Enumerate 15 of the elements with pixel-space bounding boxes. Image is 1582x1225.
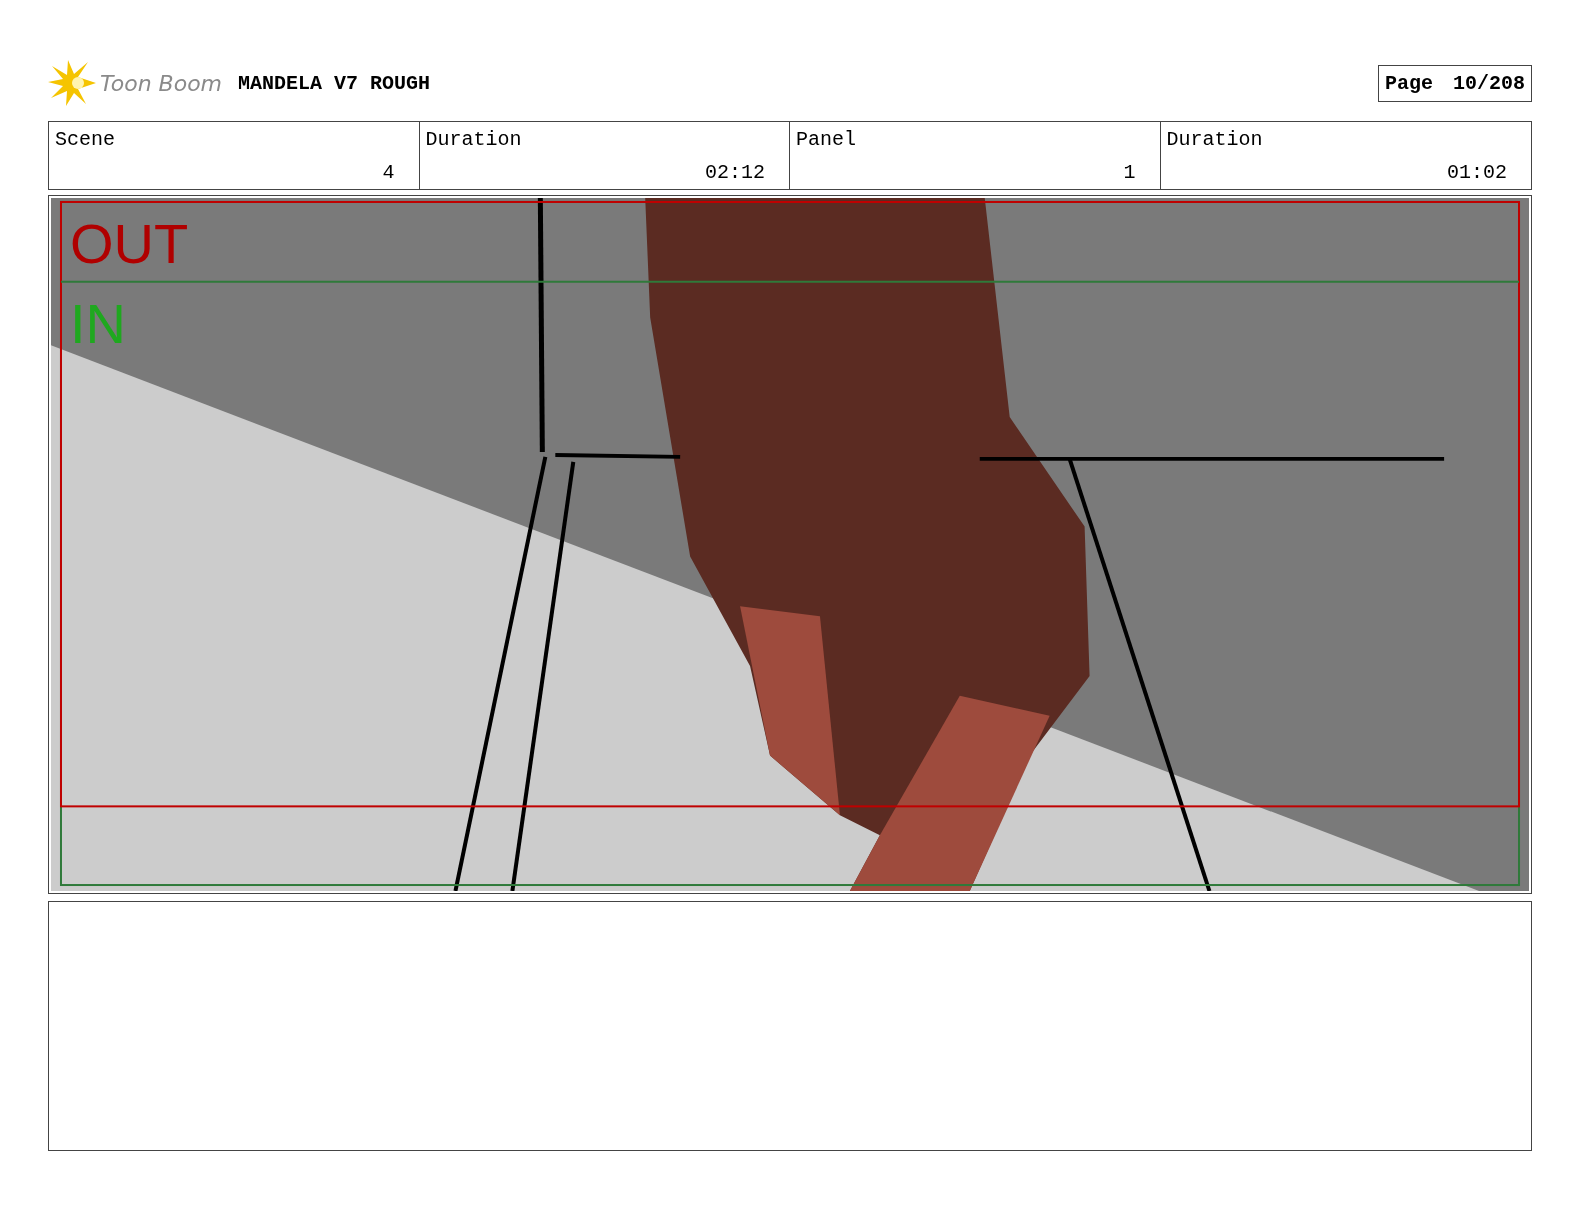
info-label: Duration [425, 128, 523, 151]
info-label: Duration [1166, 128, 1264, 151]
info-value: 4 [382, 161, 395, 184]
info-value: 1 [1123, 161, 1136, 184]
logo-text: Toon Boom [100, 70, 223, 96]
storyboard-title: MANDELA V7 ROUGH [238, 71, 432, 95]
info-label: Scene [55, 128, 116, 151]
info-value: 02:12 [705, 161, 765, 184]
info-label: Panel [796, 128, 857, 151]
page-label: Page [1384, 71, 1433, 95]
info-value: 01:02 [1447, 161, 1507, 184]
in-label: IN [70, 296, 126, 352]
out-label: OUT [70, 216, 189, 272]
page-number: 10/208 [1453, 71, 1525, 95]
starburst-icon [48, 60, 98, 106]
